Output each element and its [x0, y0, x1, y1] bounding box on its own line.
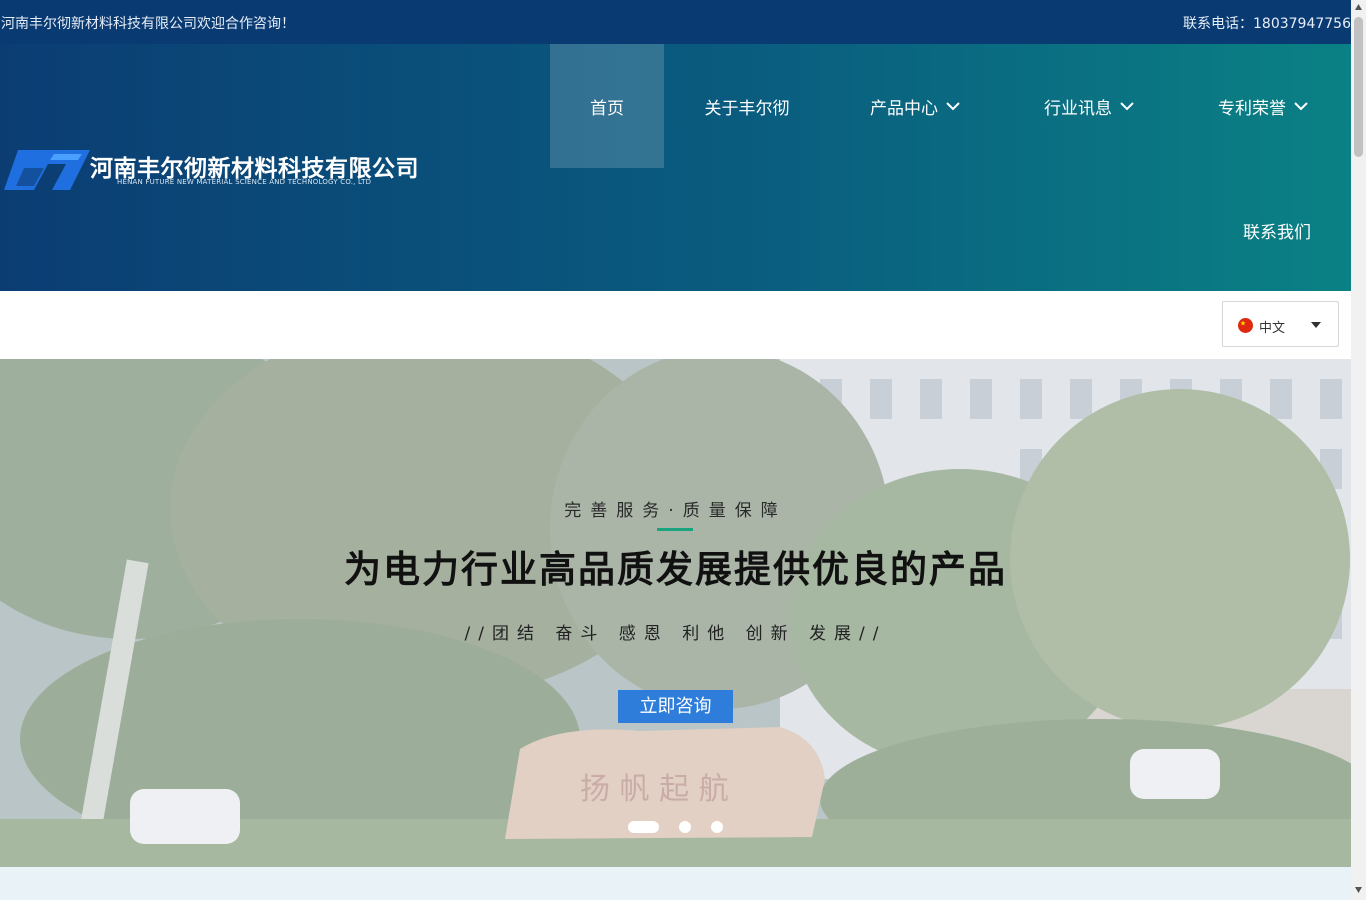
scroll-up-icon[interactable] [1354, 3, 1363, 11]
nav-item-label: 专利荣誉 [1218, 98, 1286, 119]
logo-mark-icon [4, 150, 90, 190]
nav-item-label: 首页 [590, 98, 624, 119]
next-section [0, 867, 1351, 900]
language-select[interactable]: 中文 [1222, 301, 1339, 347]
china-flag-icon [1238, 318, 1253, 333]
nav-item-label: 联系我们 [1243, 222, 1311, 243]
logo-company-name-en: HENAN FUTURE NEW MATERIAL SCIENCE AND TE… [117, 178, 372, 186]
nav-item-label: 产品中心 [870, 98, 938, 119]
slider-dot-active[interactable] [628, 821, 659, 833]
nav-item-home[interactable]: 首页 [550, 44, 664, 168]
consult-button[interactable]: 立即咨询 [618, 690, 733, 723]
chevron-down-icon [1294, 101, 1308, 110]
phone-text: 联系电话：18037947756 [1183, 16, 1351, 32]
chevron-down-icon [1120, 101, 1134, 110]
scroll-thumb[interactable] [1354, 17, 1363, 157]
slider-dot[interactable] [679, 821, 691, 833]
hero-accent-line [657, 528, 693, 531]
hero-motto: //团结 奋斗 感恩 利他 创新 发展// [464, 624, 887, 644]
language-label: 中文 [1259, 321, 1286, 336]
caret-down-icon [1311, 322, 1321, 328]
slider-dot[interactable] [711, 821, 723, 833]
nav-item-label: 关于丰尔彻 [704, 98, 790, 119]
hero-overlay [0, 359, 1351, 867]
hero-title: 为电力行业高品质发展提供优良的产品 [344, 548, 1007, 591]
nav-item-products[interactable]: 产品中心 [840, 44, 990, 168]
chevron-down-icon [946, 101, 960, 110]
welcome-text: 河南丰尔彻新材料科技有限公司欢迎合作咨询！ [1, 16, 295, 32]
top-bar: 河南丰尔彻新材料科技有限公司欢迎合作咨询！ 联系电话：18037947756 [0, 0, 1351, 44]
page-scrollbar[interactable] [1351, 0, 1366, 900]
company-logo[interactable]: 河南丰尔彻新材料科技有限公司 HENAN FUTURE NEW MATERIAL… [4, 144, 434, 194]
scroll-down-icon[interactable] [1354, 886, 1363, 894]
nav-item-label: 行业讯息 [1044, 98, 1112, 119]
nav-item-about[interactable]: 关于丰尔彻 [674, 44, 820, 168]
nav-item-contact[interactable]: 联系我们 [1218, 168, 1336, 292]
language-bar: 中文 [0, 291, 1351, 359]
hero-banner: 扬 帆 起 航 完善服务·质量保障 为电力行业高品质发展提供优良的产品 //团结… [0, 359, 1351, 867]
hero-subtitle: 完善服务·质量保障 [564, 501, 787, 521]
nav-item-honors[interactable]: 专利荣誉 [1188, 44, 1338, 168]
nav-item-news[interactable]: 行业讯息 [1014, 44, 1164, 168]
header: 河南丰尔彻新材料科技有限公司 HENAN FUTURE NEW MATERIAL… [0, 44, 1351, 291]
